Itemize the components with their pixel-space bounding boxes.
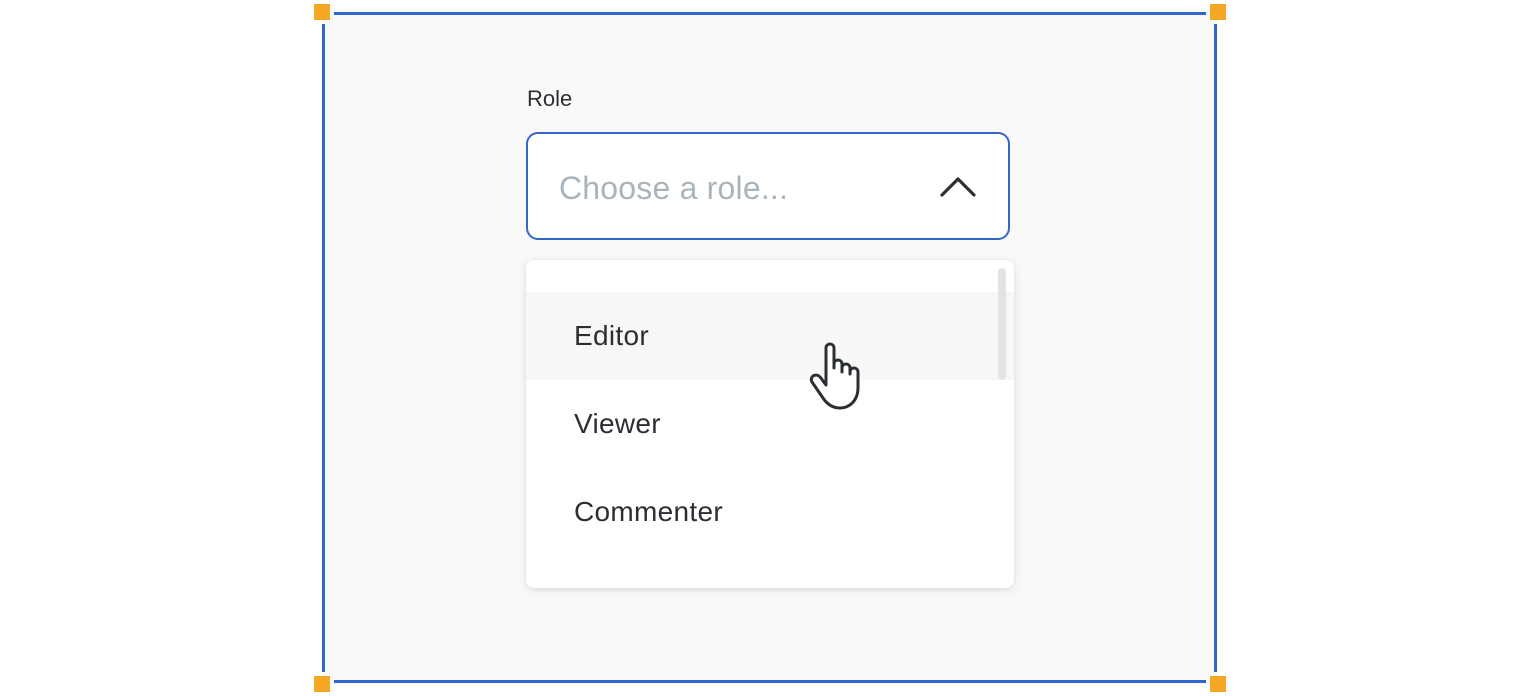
role-select[interactable]: Choose a role... [526, 132, 1010, 240]
frame-border-bottom [334, 680, 1206, 683]
canvas: Role Choose a role... Editor Viewer Comm… [0, 0, 1540, 696]
resize-handle-top-left[interactable] [314, 4, 330, 20]
chevron-up-icon [940, 177, 976, 197]
menu-item-viewer[interactable]: Viewer [526, 380, 1014, 468]
resize-handle-bottom-left[interactable] [314, 676, 330, 692]
frame-border-right [1214, 24, 1217, 672]
role-dropdown-menu: Editor Viewer Commenter [526, 260, 1014, 588]
frame-border-top [334, 12, 1206, 15]
role-field-label: Role [527, 86, 573, 111]
menu-scrollbar[interactable] [998, 268, 1006, 380]
frame-border-left [322, 24, 325, 672]
menu-item-label: Editor [574, 320, 649, 351]
menu-item-commenter[interactable]: Commenter [526, 468, 1014, 556]
resize-handle-top-right[interactable] [1210, 4, 1226, 20]
menu-item-editor[interactable]: Editor [526, 292, 1014, 380]
resize-handle-bottom-right[interactable] [1210, 676, 1226, 692]
menu-item-label: Viewer [574, 408, 661, 439]
role-select-placeholder: Choose a role... [559, 170, 789, 206]
hand-pointer-icon [809, 342, 860, 410]
menu-item-label: Commenter [574, 496, 723, 527]
